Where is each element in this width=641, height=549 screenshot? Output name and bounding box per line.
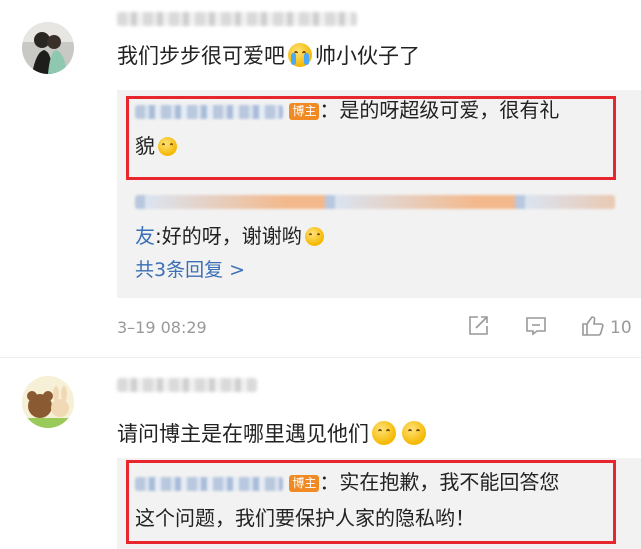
- comment-2: 请问博主是在哪里遇见他们 博主 ：实在抱歉，我不能回答您 这个问题，我们要保护人家…: [0, 360, 641, 549]
- avatar[interactable]: [22, 376, 74, 428]
- reply-username-blurred[interactable]: [135, 194, 615, 209]
- share-button[interactable]: [466, 314, 490, 343]
- divider: [0, 357, 641, 358]
- share-icon: [469, 316, 488, 335]
- comment-text: 我们步步很可爱吧 帅小伙子了: [117, 43, 420, 68]
- more-replies-link[interactable]: 共3条回复 >: [135, 252, 245, 288]
- like-count: 10: [610, 318, 632, 338]
- reply-item: 友:好的呀，谢谢哟: [135, 182, 635, 254]
- highlight-box: [126, 460, 616, 544]
- crying-emoji-icon: [288, 43, 312, 67]
- comment-1: 我们步步很可爱吧 帅小伙子了 博主 ：是的呀超级可爱，很有礼 貌 友:好的呀，谢谢哟…: [0, 0, 641, 360]
- comment-icon: [526, 317, 546, 336]
- avatar[interactable]: [22, 22, 74, 74]
- username-blurred[interactable]: [117, 378, 257, 392]
- blush-emoji-icon: [304, 227, 324, 246]
- username-blurred[interactable]: [117, 12, 357, 26]
- comment-button[interactable]: [524, 314, 548, 343]
- like-button[interactable]: 10: [580, 314, 632, 338]
- thumbs-up-icon: [582, 316, 604, 336]
- highlight-box: [126, 96, 616, 180]
- timestamp: 3–19 08:29: [117, 318, 207, 337]
- comment-text: 请问博主是在哪里遇见他们: [117, 418, 429, 448]
- smile-emoji-icon: [402, 421, 426, 445]
- smile-emoji-icon: [372, 421, 396, 445]
